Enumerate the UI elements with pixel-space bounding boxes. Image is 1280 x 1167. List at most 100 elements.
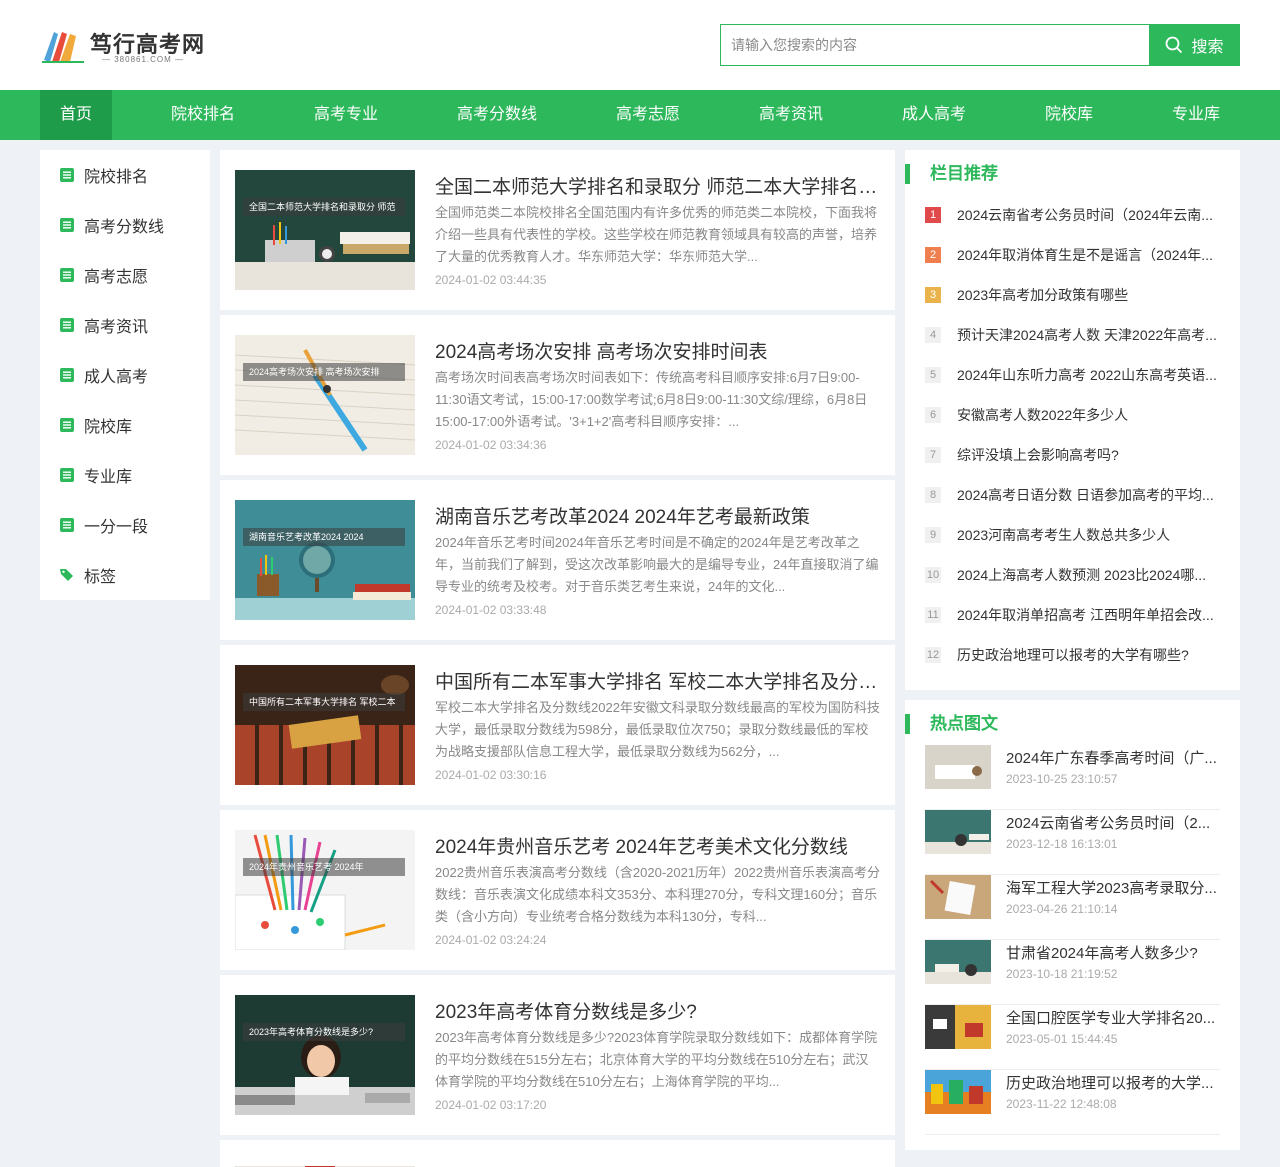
recommend-item[interactable]: 6 安徽高考人数2022年多少人: [925, 405, 1220, 425]
recommend-item[interactable]: 3 2023年高考加分政策有哪些: [925, 285, 1220, 305]
nav-item-college-rank[interactable]: 院校排名: [160, 90, 246, 140]
hot-item-date: 2023-11-22 12:48:08: [1006, 1097, 1117, 1111]
recommend-item-title[interactable]: 2024年山东听力高考 2022山东高考英语...: [957, 365, 1220, 385]
article-date: 2024-01-02 03:44:35: [435, 273, 547, 287]
article-title[interactable]: 2024高考场次安排 高考场次安排时间表: [435, 337, 880, 364]
article-card[interactable]: 2024年贵州音乐艺考 2024年 2024年贵州音乐艺考 2024年艺考美术文…: [220, 810, 895, 970]
hot-item-thumbnail[interactable]: [925, 875, 991, 919]
sidebar-item-score-line[interactable]: 高考分数线: [40, 200, 210, 250]
list-icon: [60, 318, 74, 332]
recommend-item[interactable]: 11 2024年取消单招高考 江西明年单招会改...: [925, 605, 1220, 625]
hot-item-thumbnail[interactable]: [925, 940, 991, 984]
hot-item-date: 2023-12-18 16:13:01: [1006, 837, 1118, 851]
hot-item-title[interactable]: 2024云南省考公务员时间（2...: [1006, 812, 1220, 833]
recommend-item-title[interactable]: 2024年取消单招高考 江西明年单招会改...: [957, 605, 1220, 625]
hot-item-thumbnail[interactable]: [925, 1070, 991, 1114]
hot-item-title[interactable]: 历史政治地理可以报考的大学...: [1006, 1072, 1220, 1093]
recommend-item-title[interactable]: 2024上海高考人数预测 2023比2024哪...: [957, 565, 1220, 585]
article-summary: 高考场次时间表高考场次时间表如下：传统高考科目顺序安排:6月7日9:00-11:…: [435, 370, 868, 429]
hot-item-thumbnail[interactable]: [925, 810, 991, 854]
hot-item-thumbnail[interactable]: [925, 745, 991, 789]
article-thumbnail[interactable]: 2023年高考体育分数线是多少?: [235, 995, 415, 1115]
article-date: 2024-01-02 03:34:36: [435, 438, 547, 452]
thumbnail-image: [235, 830, 415, 950]
article-card[interactable]: 2023年高考体育分数线是多少? 2023年高考体育分数线是多少? 2023年高…: [220, 975, 895, 1135]
article-thumbnail[interactable]: 中国所有二本军事大学排名 军校二本: [235, 665, 415, 785]
nav-item-major-db[interactable]: 专业库: [1161, 90, 1231, 140]
hot-item-title[interactable]: 全国口腔医学专业大学排名20...: [1006, 1007, 1220, 1028]
recommend-item[interactable]: 12 历史政治地理可以报考的大学有哪些?: [925, 645, 1220, 665]
recommend-item-title[interactable]: 2023年高考加分政策有哪些: [957, 285, 1220, 305]
sidebar-item-score-segment[interactable]: 一分一段: [40, 500, 210, 550]
article-summary: 2024年音乐艺考时间2024年音乐艺考时间是不确定的2024年是艺考改革之年，…: [435, 535, 879, 594]
hot-item[interactable]: 甘肃省2024年高考人数多少? 2023-10-18 21:19:52: [925, 940, 1220, 1005]
sidebar-item-news[interactable]: 高考资讯: [40, 300, 210, 350]
recommend-item-title[interactable]: 2024年取消体育生是不是谣言（2024年...: [957, 245, 1220, 265]
hot-item[interactable]: 海军工程大学2023高考录取分... 2023-04-26 21:10:14: [925, 875, 1220, 940]
hot-item-title[interactable]: 海军工程大学2023高考录取分...: [1006, 877, 1220, 898]
recommend-item-title[interactable]: 2024高考日语分数 日语参加高考的平均...: [957, 485, 1220, 505]
article-thumbnail[interactable]: 湖南音乐艺考改革2024 2024: [235, 500, 415, 620]
rank-badge: 11: [925, 607, 941, 623]
recommend-item-title[interactable]: 历史政治地理可以报考的大学有哪些?: [957, 645, 1220, 665]
hot-item-thumbnail[interactable]: [925, 1005, 991, 1049]
recommend-item[interactable]: 7 综评没填上会影响高考吗?: [925, 445, 1220, 465]
recommend-item-title[interactable]: 2024云南省考公务员时间（2024年云南...: [957, 205, 1220, 225]
recommend-item[interactable]: 10 2024上海高考人数预测 2023比2024哪...: [925, 565, 1220, 585]
article-thumbnail[interactable]: 2024高考场次安排 高考场次安排: [235, 335, 415, 455]
nav-item-adult-exam[interactable]: 成人高考: [891, 90, 977, 140]
recommend-item[interactable]: 8 2024高考日语分数 日语参加高考的平均...: [925, 485, 1220, 505]
article-title[interactable]: 2023年高考体育分数线是多少?: [435, 997, 880, 1024]
sidebar-item-college-db[interactable]: 院校库: [40, 400, 210, 450]
nav-item-majors[interactable]: 高考专业: [303, 90, 389, 140]
rank-badge: 10: [925, 567, 941, 583]
hot-item[interactable]: 2024云南省考公务员时间（2... 2023-12-18 16:13:01: [925, 810, 1220, 875]
sidebar-item-major-db[interactable]: 专业库: [40, 450, 210, 500]
article-card[interactable]: 中国所有二本军事大学排名 军校二本 中国所有二本军事大学排名 军校二本大学排名及…: [220, 645, 895, 805]
article-card[interactable]: 全国二本师范大学排名和录取分 师范 全国二本师范大学排名和录取分 师范二本大学排…: [220, 150, 895, 310]
recommend-item[interactable]: 1 2024云南省考公务员时间（2024年云南...: [925, 205, 1220, 225]
search-input[interactable]: [721, 25, 1149, 65]
article-card[interactable]: 湖南音乐艺考改革2024 2024 湖南音乐艺考改革2024 2024年艺考最新…: [220, 480, 895, 640]
list-icon: [60, 368, 74, 382]
article-title[interactable]: 中国所有二本军事大学排名 军校二本大学排名及分数线: [435, 667, 880, 694]
sidebar-item-adult-exam[interactable]: 成人高考: [40, 350, 210, 400]
hot-item-date: 2023-10-18 21:19:52: [1006, 967, 1118, 981]
article-thumbnail[interactable]: [235, 1160, 415, 1167]
rank-badge: 6: [925, 407, 941, 423]
sidebar-item-college-rank[interactable]: 院校排名: [40, 150, 210, 200]
hot-item[interactable]: 历史政治地理可以报考的大学... 2023-11-22 12:48:08: [925, 1070, 1220, 1135]
hot-item-title[interactable]: 甘肃省2024年高考人数多少?: [1006, 942, 1220, 963]
recommend-item-title[interactable]: 安徽高考人数2022年多少人: [957, 405, 1220, 425]
article-title[interactable]: 2024年贵州音乐艺考 2024年艺考美术文化分数线: [435, 832, 880, 859]
recommend-item[interactable]: 4 预计天津2024高考人数 天津2022年高考...: [925, 325, 1220, 345]
recommend-item-title[interactable]: 预计天津2024高考人数 天津2022年高考...: [957, 325, 1220, 345]
article-title[interactable]: 全国二本师范大学排名和录取分 师范二本大学排名及...: [435, 172, 880, 199]
nav-item-score-line[interactable]: 高考分数线: [446, 90, 548, 140]
recommend-item[interactable]: 5 2024年山东听力高考 2022山东高考英语...: [925, 365, 1220, 385]
sidebar-item-application[interactable]: 高考志愿: [40, 250, 210, 300]
article-thumbnail[interactable]: 全国二本师范大学排名和录取分 师范: [235, 170, 415, 290]
search-button[interactable]: 搜索: [1149, 24, 1240, 66]
nav-item-college-db[interactable]: 院校库: [1034, 90, 1104, 140]
recommend-item[interactable]: 9 2023河南高考考生人数总共多少人: [925, 525, 1220, 545]
recommend-item-title[interactable]: 2023河南高考考生人数总共多少人: [957, 525, 1220, 545]
site-header: 笃行高考网 — 380861.COM — 搜索: [0, 0, 1280, 90]
thumbnail-image: [925, 875, 991, 919]
hot-item-title[interactable]: 2024年广东春季高考时间（广...: [1006, 747, 1220, 768]
rank-badge: 8: [925, 487, 941, 503]
site-logo[interactable]: 笃行高考网 — 380861.COM —: [40, 26, 220, 66]
list-icon: [60, 418, 74, 432]
article-card[interactable]: 2024高考场次安排 高考场次安排 2024高考场次安排 高考场次安排时间表 高…: [220, 315, 895, 475]
article-card[interactable]: [220, 1140, 895, 1167]
article-title[interactable]: 湖南音乐艺考改革2024 2024年艺考最新政策: [435, 502, 880, 529]
recommend-item[interactable]: 2 2024年取消体育生是不是谣言（2024年...: [925, 245, 1220, 265]
hot-item[interactable]: 全国口腔医学专业大学排名20... 2023-05-01 15:44:45: [925, 1005, 1220, 1070]
nav-item-home[interactable]: 首页: [40, 90, 112, 140]
recommend-item-title[interactable]: 综评没填上会影响高考吗?: [957, 445, 1220, 465]
nav-item-application[interactable]: 高考志愿: [605, 90, 691, 140]
sidebar-item-tags[interactable]: 标签: [40, 550, 210, 600]
article-thumbnail[interactable]: 2024年贵州音乐艺考 2024年: [235, 830, 415, 950]
nav-item-news[interactable]: 高考资讯: [748, 90, 834, 140]
hot-item[interactable]: 2024年广东春季高考时间（广... 2023-10-25 23:10:57: [925, 745, 1220, 810]
